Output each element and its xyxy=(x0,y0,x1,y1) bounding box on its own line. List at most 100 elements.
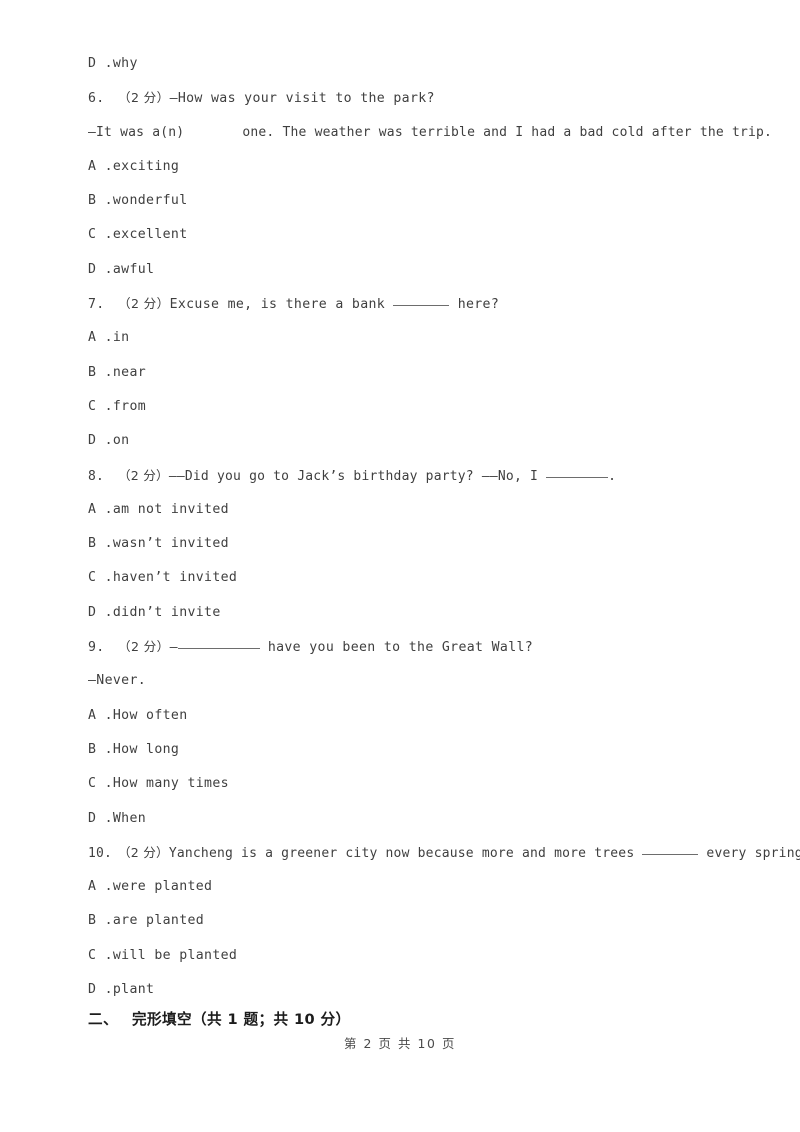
option-row: D .plant xyxy=(88,973,716,1007)
option-row: D .didn’t invite xyxy=(88,596,716,630)
option-row: A .were planted xyxy=(88,870,716,904)
option-text: in xyxy=(112,330,130,346)
option-row: A .exciting xyxy=(88,150,716,184)
question-list: D .why 6. （2 分）—How was your visit to the… xyxy=(88,47,800,1007)
question-number: 10. xyxy=(88,845,113,861)
option-text: why xyxy=(112,56,138,71)
question-row: 6. （2 分）—How was your visit to the park? xyxy=(88,81,716,115)
option-row: C .How many times xyxy=(88,767,716,801)
section-heading: 二、 完形填空（共 1 题；共 10 分） xyxy=(88,1008,351,1029)
option-row: B .wasn’t invited xyxy=(88,527,716,561)
answer-blank[interactable] xyxy=(642,842,699,855)
option-text: plant xyxy=(112,982,155,998)
continuation-prefix: —It was a(n) xyxy=(88,124,185,140)
option-row: B .near xyxy=(88,356,716,390)
question-prefix: Yancheng is a greener city now because m… xyxy=(168,845,635,861)
question-number: 9. xyxy=(88,640,105,656)
question-row: 7. （2 分）Excuse me, is there a bank here? xyxy=(88,287,716,321)
option-row: C .haven’t invited xyxy=(88,561,716,595)
option-text: wasn’t invited xyxy=(112,536,229,552)
option-letter: C . xyxy=(88,398,113,414)
question-number: 8. xyxy=(88,468,105,484)
question-score: （2 分） xyxy=(118,844,169,860)
option-letter: D . xyxy=(88,982,113,998)
option-row: C .excellent xyxy=(88,218,716,252)
option-letter: B . xyxy=(88,536,113,552)
option-row: A .in xyxy=(88,321,716,355)
question-prefix: — xyxy=(169,640,178,656)
option-letter: B . xyxy=(88,913,113,929)
option-text: exciting xyxy=(112,158,180,174)
option-letter: D . xyxy=(88,261,113,277)
question-number: 6. xyxy=(88,91,105,107)
question-continuation-row: —Never. xyxy=(88,664,716,698)
continuation-text: —Never. xyxy=(88,673,147,689)
option-row: B .wonderful xyxy=(88,184,716,218)
answer-blank[interactable] xyxy=(177,636,260,650)
question-score: （2 分） xyxy=(118,296,170,312)
option-letter: C . xyxy=(88,947,113,963)
option-letter: A . xyxy=(88,158,113,174)
option-letter: B . xyxy=(88,741,113,757)
option-row: C .from xyxy=(88,390,716,424)
question-continuation-row: —It was a(n) one. The weather was terribl… xyxy=(88,116,772,150)
option-row: D .on xyxy=(88,424,716,458)
answer-blank[interactable] xyxy=(184,124,242,136)
question-suffix: have you been to the Great Wall? xyxy=(267,640,534,656)
option-text: didn’t invite xyxy=(112,604,221,620)
option-letter: D . xyxy=(88,433,113,449)
option-text: How many times xyxy=(112,776,229,792)
option-row: B .How long xyxy=(88,733,716,767)
option-row: D .awful xyxy=(88,253,716,287)
question-suffix: . xyxy=(608,468,617,484)
question-suffix: every spring. xyxy=(706,845,800,861)
option-text: from xyxy=(112,398,147,414)
question-row: 10. （2 分）Yancheng is a greener city now b… xyxy=(88,836,800,870)
option-letter: A . xyxy=(88,501,113,517)
option-row: A .am not invited xyxy=(88,493,716,527)
option-text: haven’t invited xyxy=(112,570,238,586)
option-row: A .How often xyxy=(88,699,716,733)
question-score: （2 分） xyxy=(118,639,170,655)
option-text: excellent xyxy=(112,227,188,243)
option-letter: D . xyxy=(88,56,113,71)
option-letter: B . xyxy=(88,364,113,380)
question-prefix: ——Did you go to Jack’s birthday party? —… xyxy=(168,468,539,484)
option-text: awful xyxy=(112,261,155,277)
option-letter: C . xyxy=(88,570,113,586)
option-text: wonderful xyxy=(112,193,188,209)
answer-blank[interactable] xyxy=(393,293,450,307)
answer-blank[interactable] xyxy=(546,465,609,478)
option-letter: A . xyxy=(88,879,113,895)
question-number: 7. xyxy=(88,297,105,313)
option-text: were planted xyxy=(112,879,213,895)
question-row: 8. （2 分）——Did you go to Jack’s birthday p… xyxy=(88,459,716,493)
question-score: （2 分） xyxy=(118,467,169,483)
section-heading-title: 完形填空（共 1 题；共 10 分） xyxy=(132,1011,351,1028)
option-text: are planted xyxy=(112,913,205,929)
option-text: near xyxy=(112,364,147,380)
option-letter: A . xyxy=(88,707,113,723)
option-letter: C . xyxy=(88,776,113,792)
option-row: D .why xyxy=(88,47,716,81)
continuation-suffix: one. The weather was terrible and I had … xyxy=(242,124,773,140)
option-letter: D . xyxy=(88,810,113,826)
section-heading-number: 二、 xyxy=(88,1011,118,1028)
question-text: —How was your visit to the park? xyxy=(169,91,435,107)
question-prefix: Excuse me, is there a bank xyxy=(169,297,386,313)
page-footer: 第 2 页 共 10 页 xyxy=(0,1034,800,1052)
question-score: （2 分） xyxy=(118,90,170,106)
option-text: on xyxy=(112,433,130,449)
option-text: How often xyxy=(112,707,188,723)
option-letter: A . xyxy=(88,330,113,346)
option-row: D .When xyxy=(88,802,716,836)
option-row: C .will be planted xyxy=(88,939,716,973)
question-row: 9. （2 分）— have you been to the Great Wall… xyxy=(88,630,716,664)
option-letter: C . xyxy=(88,227,113,243)
option-letter: B . xyxy=(88,193,113,209)
question-suffix: here? xyxy=(457,297,500,313)
page-number-label: 第 2 页 共 10 页 xyxy=(343,1036,457,1051)
option-text: When xyxy=(112,810,147,826)
option-row: B .are planted xyxy=(88,904,716,938)
document-page: D .why 6. （2 分）—How was your visit to the… xyxy=(0,0,800,1132)
